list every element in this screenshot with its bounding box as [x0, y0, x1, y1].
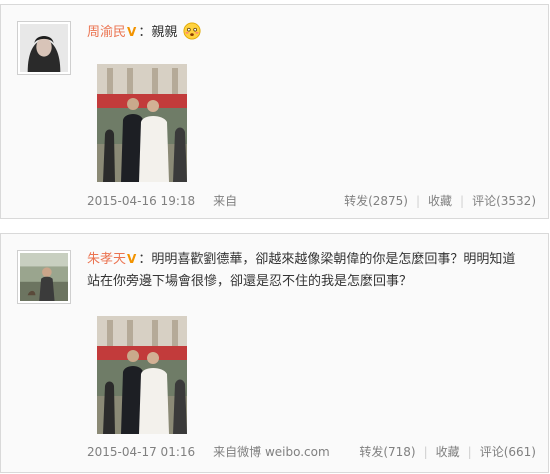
post-photo[interactable]: [97, 64, 187, 182]
comment-button[interactable]: 评论(661): [480, 443, 536, 461]
avatar[interactable]: [17, 21, 71, 75]
divider: |: [460, 194, 465, 208]
timestamp-link[interactable]: 2015-04-17 01:16: [87, 445, 195, 459]
post-photo[interactable]: [97, 316, 187, 434]
timestamp-link[interactable]: 2015-04-16 19:18: [87, 194, 195, 208]
post-content: 親親: [151, 25, 178, 40]
source-label: 来自: [213, 194, 238, 208]
comment-button[interactable]: 评论(3532): [472, 192, 536, 210]
favorite-button[interactable]: 收藏: [428, 192, 452, 210]
post-text: 朱孝天V ：明明喜歡劉德華，卻越來越像梁朝偉的你是怎麼回事？明明知道 站在你旁邊下…: [87, 248, 534, 293]
post-text: 周渝民V ：親親: [87, 21, 534, 44]
weibo-post: 朱孝天V ：明明喜歡劉德華，卻越來越像梁朝偉的你是怎麼回事？明明知道 站在你旁邊下…: [0, 233, 549, 473]
colon: ：: [138, 25, 152, 40]
colon: ：: [138, 252, 152, 267]
repost-button[interactable]: 转发(718): [359, 443, 415, 461]
favorite-button[interactable]: 收藏: [436, 443, 460, 461]
verified-badge-icon: V: [127, 25, 137, 39]
divider: |: [423, 445, 428, 459]
post-footer: 2015-04-17 01:16 来自微博 weibo.com 转发(718) | 收…: [87, 443, 536, 461]
repost-button[interactable]: 转发(2875): [344, 192, 408, 210]
post-content-line2: 站在你旁邊下場會很慘，卻還是忍不住的我是怎麼回事？: [87, 274, 413, 289]
username-link[interactable]: 周渝民: [87, 25, 126, 40]
username-link[interactable]: 朱孝天: [87, 252, 126, 267]
post-footer: 2015-04-16 19:18 来自 转发(2875) | 收藏 | 评论(3532): [87, 192, 536, 210]
blushing-emoji-icon: [183, 22, 202, 40]
divider: |: [415, 194, 421, 208]
weibo-post: 周渝民V ：親親 2015-04-16 19:18 来自 转发(2875) | …: [0, 4, 549, 219]
divider: |: [467, 445, 472, 459]
source-label[interactable]: 来自微博 weibo.com: [213, 445, 330, 459]
post-content-line1: 明明喜歡劉德華，卻越來越像梁朝偉的你是怎麼回事？明明知道: [151, 252, 516, 267]
verified-badge-icon: V: [127, 252, 137, 266]
avatar[interactable]: [17, 250, 71, 304]
